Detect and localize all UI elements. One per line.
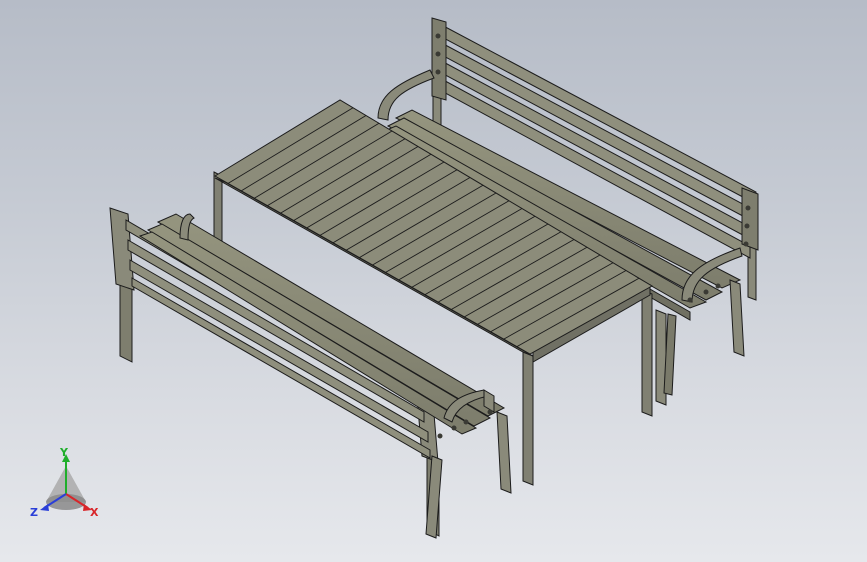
cad-graphics-viewport[interactable]: Y X Z <box>0 0 867 562</box>
front-bench-front-leg-left <box>496 411 512 494</box>
3d-model-view[interactable] <box>0 0 867 562</box>
front-bench-back-leg-left <box>119 279 133 363</box>
triad-z-arrow <box>40 504 49 511</box>
triad-x-label: X <box>90 506 99 519</box>
table-leg-front-right <box>641 289 653 417</box>
rear-bench-end-panel-right <box>741 187 759 251</box>
axis-triad: Y X Z <box>30 446 99 519</box>
triad-z-label: Z <box>30 506 38 519</box>
rear-bench-front-leg-right <box>729 279 745 357</box>
triad-y-label: Y <box>59 446 69 459</box>
table-leg-front-left <box>522 351 534 486</box>
rear-bench-end-panel-left <box>431 17 447 101</box>
